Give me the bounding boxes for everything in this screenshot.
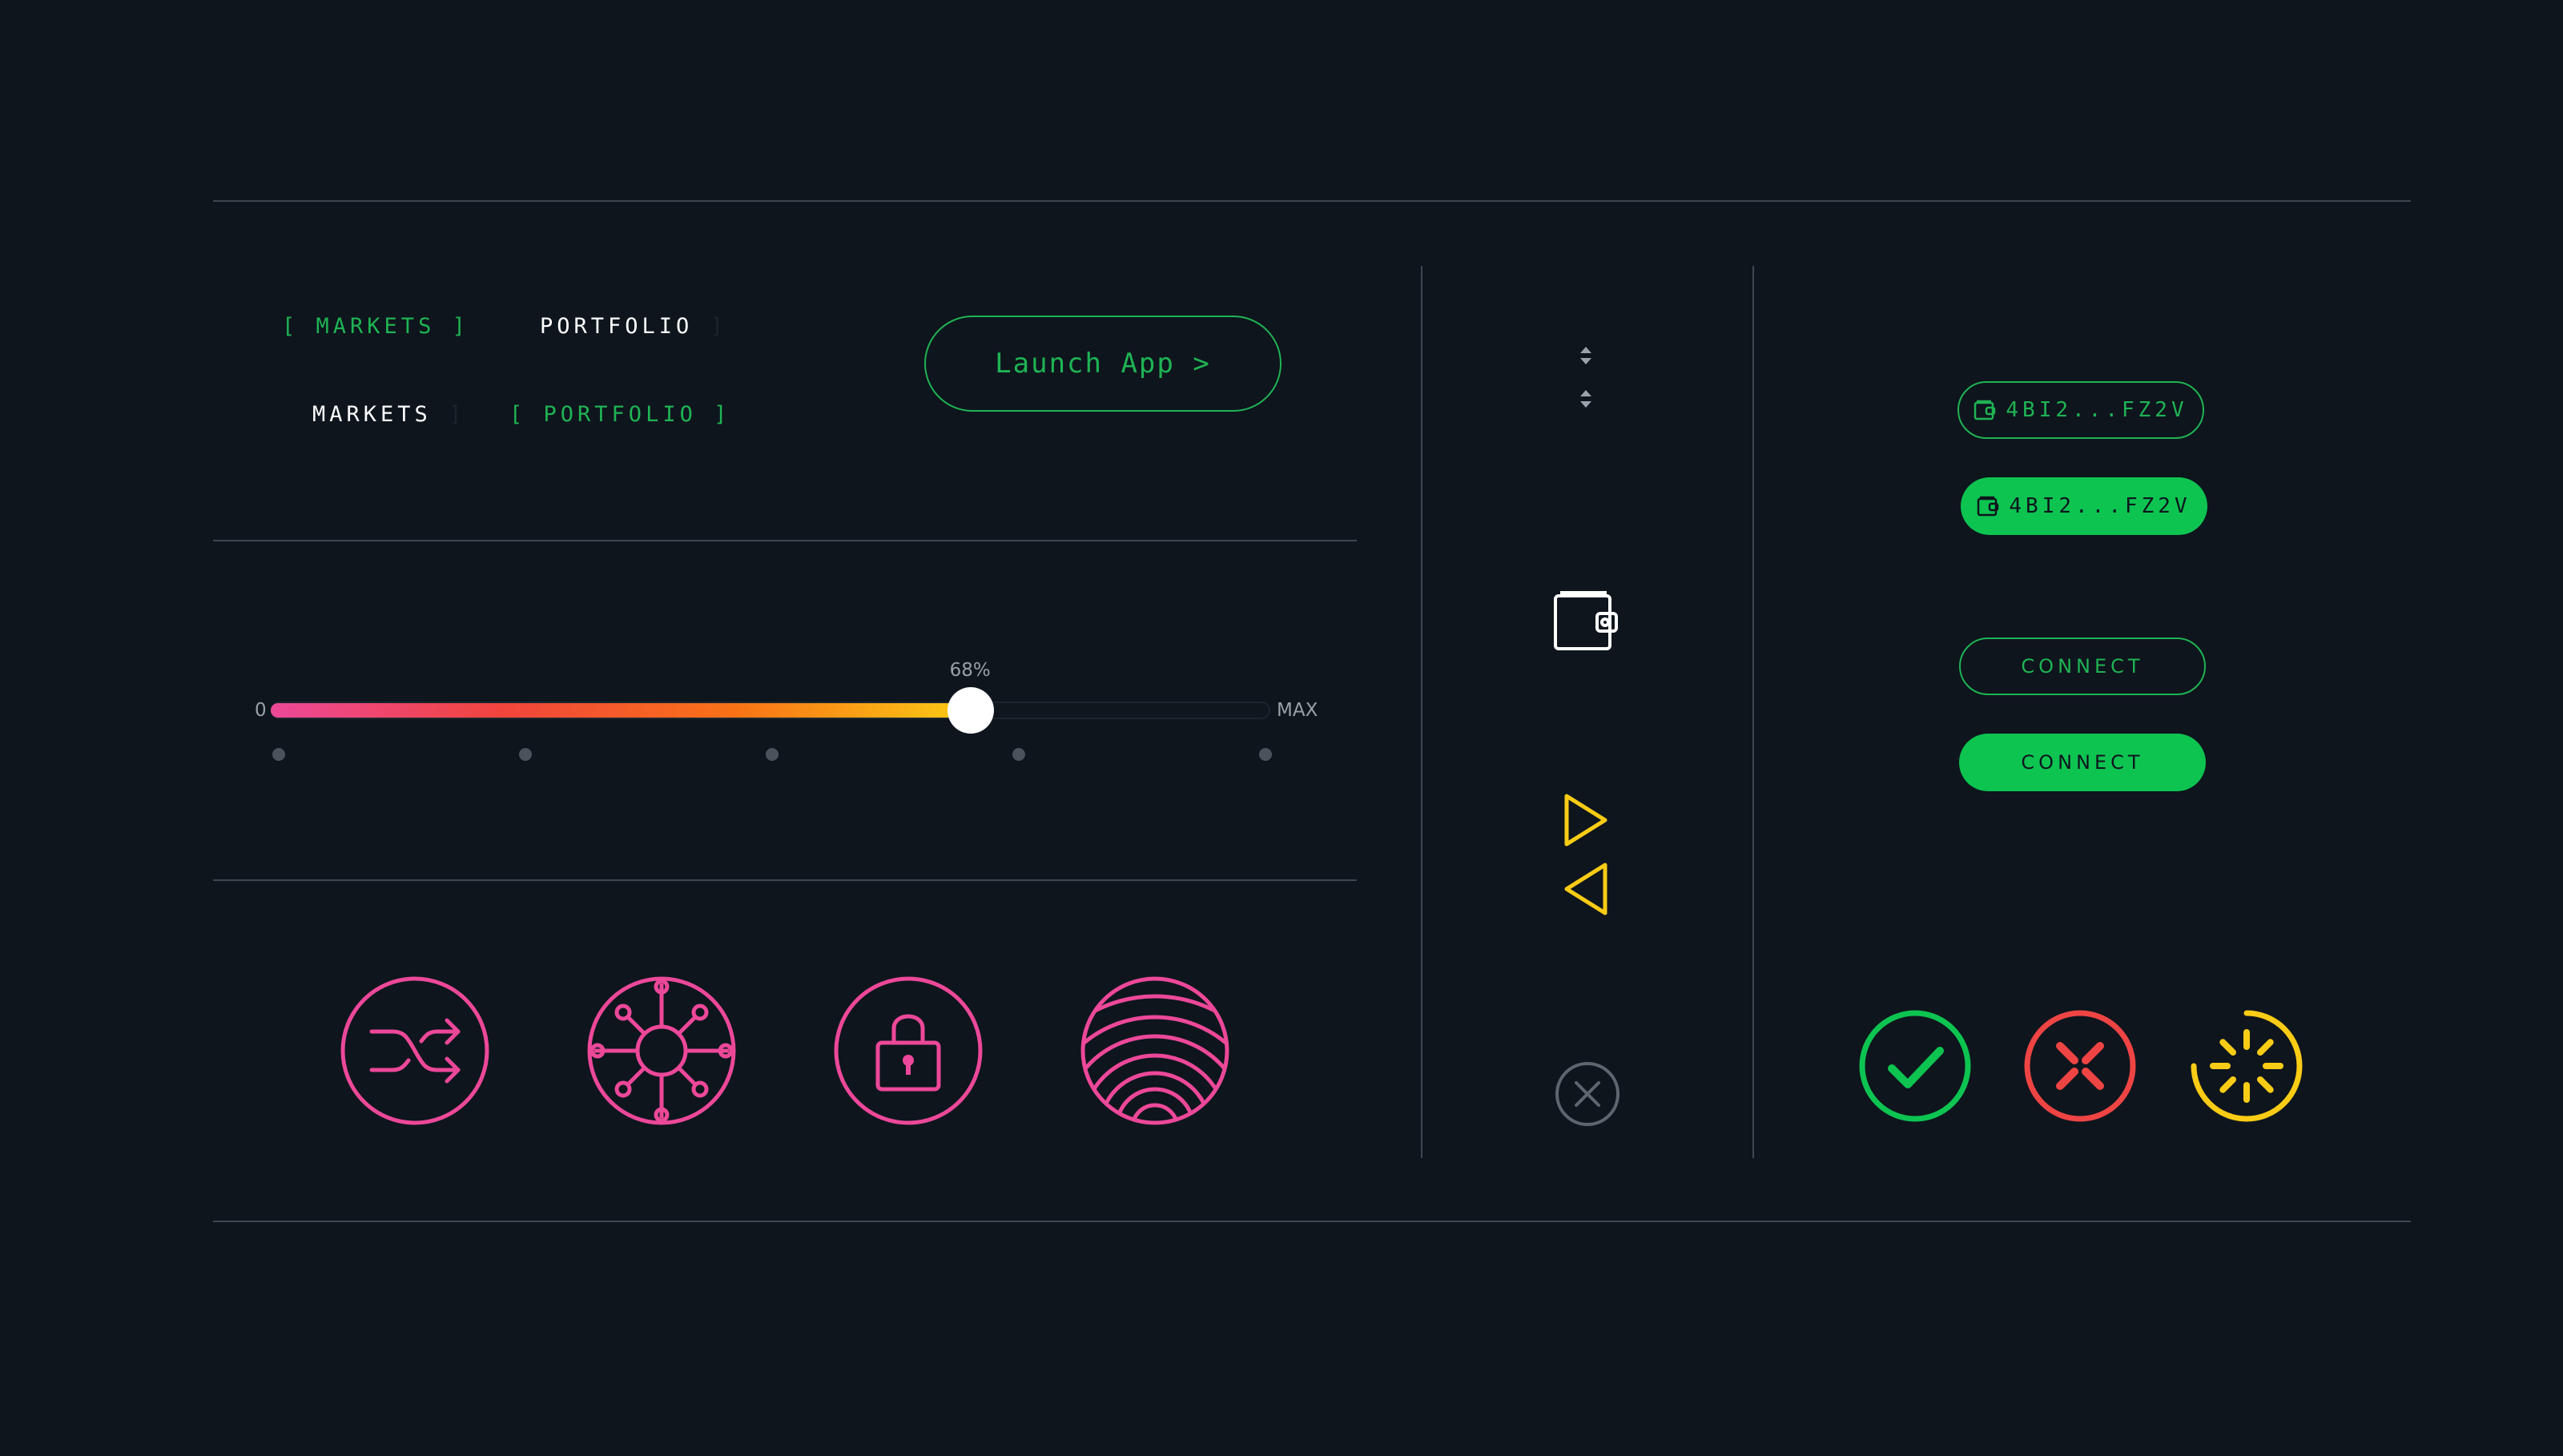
tab-portfolio-active[interactable]: [ PORTFOLIO ] [509, 402, 730, 427]
wallet-address-button-filled[interactable]: 4BI2...FZ2V [1961, 477, 2207, 535]
slider-tick[interactable] [1259, 748, 1272, 761]
spinner-spoke [2219, 1039, 2237, 1056]
slider-thumb[interactable] [947, 687, 994, 734]
tab-portfolio[interactable]: PORTFOLIO ] [540, 314, 727, 339]
tab-markets[interactable]: MARKETS ] [312, 402, 465, 427]
slider-tick[interactable] [1012, 748, 1025, 761]
left-divider-1 [213, 540, 1357, 541]
sort-arrows-icon[interactable] [1578, 388, 1594, 410]
connect-button-filled[interactable]: CONNECT [1959, 734, 2206, 791]
network-hub-icon [587, 976, 736, 1125]
connect-button-outline[interactable]: CONNECT [1959, 638, 2206, 695]
launch-app-button[interactable]: Launch App > [924, 316, 1282, 412]
close-circle-icon[interactable] [1554, 1060, 1621, 1128]
sort-arrows-icon[interactable] [1578, 344, 1594, 367]
slider-fill [271, 703, 971, 718]
shuffle-icon [340, 976, 489, 1125]
wallet-icon [1978, 496, 1999, 517]
play-left-icon[interactable] [1560, 859, 1611, 919]
column-divider-2 [1752, 266, 1754, 1158]
slider-tick[interactable] [766, 748, 779, 761]
wallet-address-button-outline[interactable]: 4BI2...FZ2V [1957, 381, 2204, 439]
spinner-spoke [2256, 1076, 2274, 1093]
spinner-spoke [2219, 1076, 2237, 1093]
loading-spinner-icon [2191, 1010, 2303, 1122]
left-divider-2 [213, 879, 1357, 881]
slider-tick[interactable] [519, 748, 532, 761]
slider-value-label: 68% [949, 660, 991, 681]
column-divider-1 [1421, 266, 1422, 1158]
play-right-icon[interactable] [1560, 790, 1611, 851]
tab-markets-active[interactable]: [ MARKETS ] [282, 314, 469, 339]
wallet-icon[interactable] [1552, 589, 1621, 654]
success-check-icon [1859, 1010, 1971, 1122]
lock-icon [834, 976, 983, 1125]
top-divider [213, 200, 2411, 202]
slider-max-label: MAX [1277, 700, 1318, 721]
slider-min-label: 0 [255, 700, 267, 721]
error-x-icon [2024, 1010, 2136, 1122]
wallet-icon [1974, 400, 1996, 420]
spinner-spoke [2256, 1039, 2274, 1056]
concentric-rings-icon [1080, 976, 1229, 1125]
bottom-divider [213, 1221, 2411, 1222]
slider-tick[interactable] [272, 748, 285, 761]
